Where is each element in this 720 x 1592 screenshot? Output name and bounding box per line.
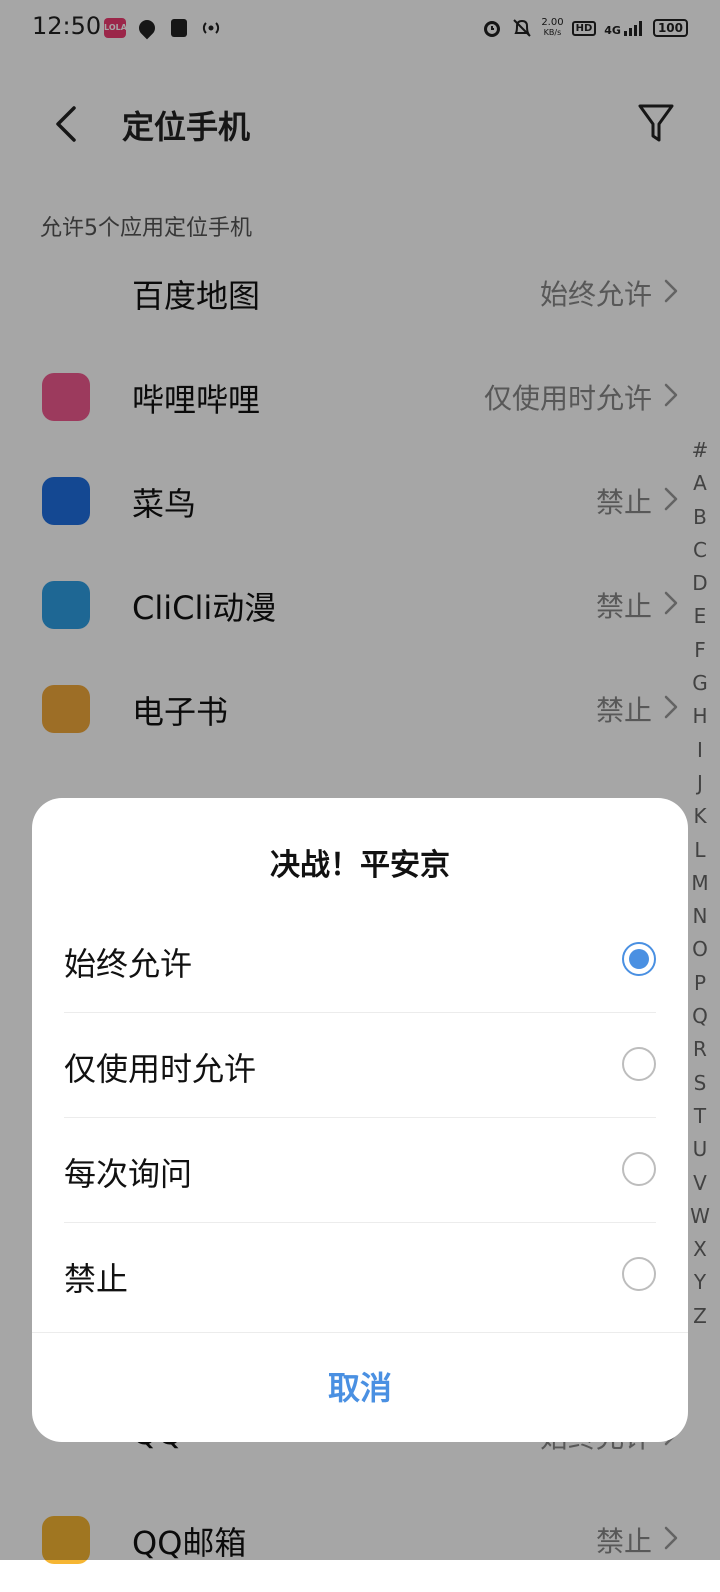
option-label: 仅使用时允许 — [64, 1050, 257, 1088]
permission-option[interactable]: 每次询问 — [64, 1118, 656, 1223]
option-label: 始终允许 — [64, 945, 193, 983]
option-label: 每次询问 — [64, 1155, 193, 1193]
permission-dialog: 决战！平安京 始终允许仅使用时允许 每次询问禁止 取消 — [32, 798, 688, 1442]
dialog-title: 决战！平安京 — [270, 848, 450, 883]
radio-unselected[interactable] — [622, 1152, 656, 1186]
radio-unselected[interactable] — [622, 1257, 656, 1291]
permission-option[interactable]: 仅使用时允许 — [64, 1013, 656, 1118]
cancel-button[interactable]: 取消 — [32, 1332, 688, 1442]
radio-selected[interactable] — [622, 942, 656, 976]
cancel-label: 取消 — [327, 1369, 392, 1407]
permission-option[interactable]: 始终允许 — [64, 908, 656, 1013]
radio-unselected[interactable] — [622, 1047, 656, 1081]
permission-option[interactable]: 禁止 — [64, 1223, 656, 1328]
option-label: 禁止 — [64, 1260, 129, 1298]
